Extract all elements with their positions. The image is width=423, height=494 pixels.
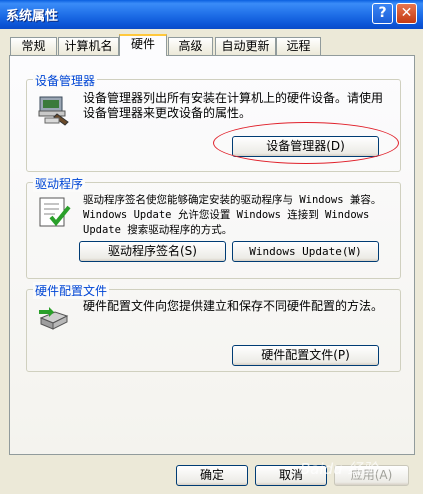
tab-computer-name[interactable]: 计算机名	[58, 37, 119, 55]
hardware-tab-panel: 设备管理器 设备管理器列出所有安装在计算机上的硬件设备。请使用设备管理器来更改设…	[9, 55, 415, 455]
hardware-profiles-group: 硬件配置文件 硬件配置文件向您提供建立和保存不同硬件配置的方法。 硬件配置文件(…	[26, 282, 401, 372]
device-manager-group: 设备管理器 设备管理器列出所有安装在计算机上的硬件设备。请使用设备管理器来更改设…	[26, 72, 401, 172]
title-bar[interactable]: 系统属性 ? ✕	[0, 0, 423, 29]
system-properties-window: 系统属性 ? ✕ 常规 计算机名 硬件 高级 自动更新 远程 设备管理器 设备管…	[0, 0, 423, 494]
hardware-profiles-description: 硬件配置文件向您提供建立和保存不同硬件配置的方法。	[83, 299, 384, 313]
close-button[interactable]: ✕	[396, 3, 417, 24]
tab-remote[interactable]: 远程	[276, 37, 321, 55]
help-button[interactable]: ?	[372, 3, 393, 24]
drivers-group: 驱动程序 驱动程序签名使您能够确定安装的驱动程序与 Windows 兼容。Win…	[26, 175, 401, 279]
tab-hardware[interactable]: 硬件	[119, 34, 167, 56]
drivers-group-title: 驱动程序	[33, 175, 86, 192]
device-manager-icon	[38, 96, 69, 126]
device-manager-description: 设备管理器列出所有安装在计算机上的硬件设备。请使用设备管理器来更改设备的属性。	[83, 91, 384, 120]
device-manager-group-title: 设备管理器	[33, 72, 98, 89]
hardware-profiles-group-title: 硬件配置文件	[33, 282, 110, 299]
tab-automatic-updates[interactable]: 自动更新	[215, 37, 276, 55]
window-title: 系统属性	[6, 9, 59, 24]
hardware-profiles-icon	[39, 307, 69, 330]
driver-signing-button[interactable]: 驱动程序签名(S)	[79, 241, 226, 262]
driver-checklist-icon	[39, 197, 71, 227]
baidu-watermark: Baidu 经验	[300, 460, 378, 478]
tab-advanced[interactable]: 高级	[168, 37, 213, 55]
ok-button[interactable]: 确定	[176, 465, 248, 486]
tab-general[interactable]: 常规	[10, 37, 57, 55]
hardware-profiles-button[interactable]: 硬件配置文件(P)	[232, 345, 379, 366]
device-manager-button[interactable]: 设备管理器(D)	[232, 136, 379, 157]
windows-update-button[interactable]: Windows Update(W)	[232, 241, 379, 262]
drivers-description: 驱动程序签名使您能够确定安装的驱动程序与 Windows 兼容。Windows …	[83, 194, 382, 236]
tab-strip: 常规 计算机名 硬件 高级 自动更新 远程	[8, 34, 418, 56]
